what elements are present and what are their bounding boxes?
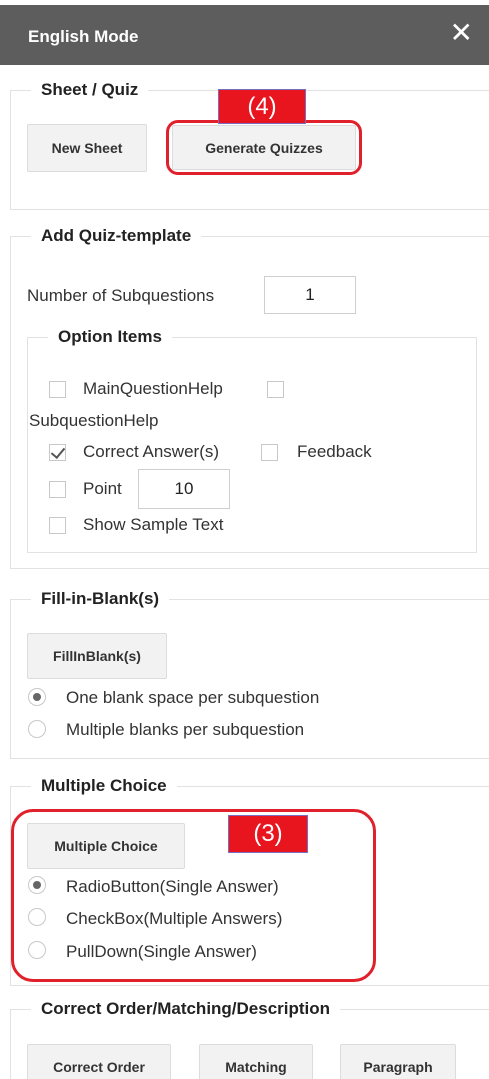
subquestions-input[interactable]: 1 — [264, 276, 356, 314]
matching-button[interactable]: Matching — [199, 1044, 313, 1079]
fill-in-blanks-button[interactable]: FillInBlank(s) — [27, 633, 167, 679]
paragraph-button[interactable]: Paragraph — [340, 1044, 456, 1079]
feedback-checkbox[interactable] — [261, 444, 278, 461]
show-sample-text-checkbox[interactable] — [49, 517, 66, 534]
multiple-choice-legend: Multiple Choice — [41, 776, 167, 795]
panel-title: English Mode — [28, 27, 139, 46]
generate-quizzes-button[interactable]: Generate Quizzes — [172, 125, 356, 170]
one-blank-label: One blank space per subquestion — [66, 688, 320, 707]
point-input[interactable]: 10 — [138, 469, 230, 509]
new-sheet-button[interactable]: New Sheet — [27, 124, 147, 172]
multiple-blanks-label: Multiple blanks per subquestion — [66, 720, 305, 739]
subquestion-help-label: SubquestionHelp — [29, 411, 159, 430]
radio-button-label: RadioButton(Single Answer) — [66, 877, 279, 896]
correct-answers-label: Correct Answer(s) — [83, 442, 220, 461]
option-items-legend: Option Items — [58, 327, 162, 346]
checkbox-label: CheckBox(Multiple Answers) — [66, 909, 283, 928]
multiple-blanks-radio[interactable] — [28, 720, 46, 738]
subquestions-label: Number of Subquestions — [27, 286, 215, 305]
show-sample-text-label: Show Sample Text — [83, 515, 224, 534]
main-question-help-checkbox[interactable] — [49, 381, 66, 398]
fill-blank-legend: Fill-in-Blank(s) — [41, 589, 160, 608]
correct-answers-checkbox[interactable] — [49, 444, 66, 461]
quiz-template-legend: Add Quiz-template — [41, 226, 192, 245]
close-icon[interactable]: ✕ — [450, 19, 473, 47]
multiple-choice-button[interactable]: Multiple Choice — [27, 823, 185, 869]
subquestion-help-checkbox[interactable] — [267, 381, 284, 398]
pulldown-label: PullDown(Single Answer) — [66, 942, 257, 961]
one-blank-radio[interactable] — [28, 688, 46, 706]
correct-order-button[interactable]: Correct Order — [27, 1044, 171, 1079]
point-label: Point — [83, 479, 122, 498]
title-bar: English Mode ✕ — [0, 5, 489, 65]
checkbox-radio[interactable] — [28, 908, 46, 926]
feedback-label: Feedback — [297, 442, 372, 461]
sheet-quiz-legend: Sheet / Quiz — [41, 80, 139, 99]
main-question-help-label: MainQuestionHelp — [83, 379, 223, 398]
annotation-label-4: (4) — [218, 89, 306, 124]
radio-button-radio[interactable] — [28, 876, 46, 894]
order-legend: Correct Order/Matching/Description — [41, 999, 331, 1018]
point-checkbox[interactable] — [49, 481, 66, 498]
pulldown-radio[interactable] — [28, 941, 46, 959]
annotation-label-3: (3) — [228, 815, 308, 853]
